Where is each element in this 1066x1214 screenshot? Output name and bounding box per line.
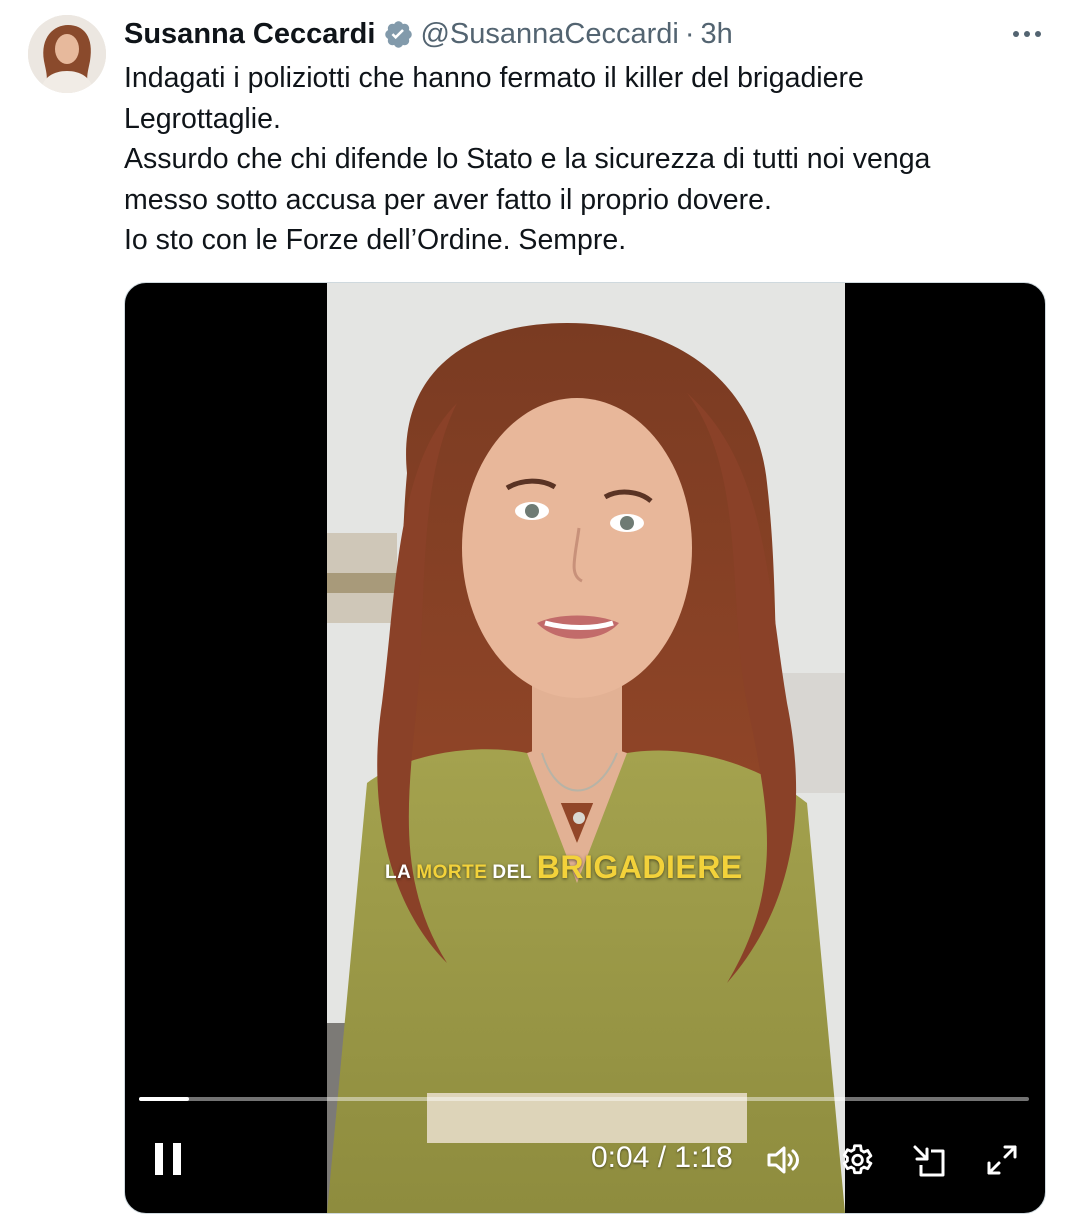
post-text-line: Indagati i poliziotti che hanno fermato …: [124, 62, 864, 94]
avatar[interactable]: [28, 15, 106, 93]
post-timestamp[interactable]: 3h: [700, 18, 732, 51]
volume-icon[interactable]: [765, 1141, 803, 1179]
video-scene: [327, 283, 845, 1213]
header-separator: ·: [684, 17, 695, 50]
caption-word: DEL: [492, 862, 532, 883]
post-text-line: Legrottaglie.: [124, 102, 281, 135]
caption-highlight: BRIGADIERE: [536, 849, 743, 885]
picture-in-picture-icon[interactable]: [911, 1141, 949, 1179]
post-text-line: Io sto con le Forze dell’Ordine. Sempre.: [124, 224, 627, 256]
author-name[interactable]: Susanna Ceccardi: [124, 18, 375, 51]
author-handle[interactable]: @SusannaCeccardi: [420, 18, 678, 51]
video-player[interactable]: LA MORTE DEL BRIGADIERE 0:04 / 1:18: [124, 282, 1046, 1214]
video-time-readout: 0:04 / 1:18: [591, 1141, 733, 1175]
video-progress-fill: [139, 1097, 189, 1101]
post-text: Indagati i poliziotti che hanno fermato …: [124, 58, 1044, 261]
time-separator: /: [657, 1141, 667, 1174]
fullscreen-icon[interactable]: [983, 1141, 1021, 1179]
post-text-line: Assurdo che chi difende lo Stato e la si…: [124, 143, 931, 175]
duration: 1:18: [674, 1141, 733, 1174]
video-progress-bar[interactable]: [139, 1097, 1029, 1101]
video-controls: 0:04 / 1:18: [125, 1131, 1045, 1187]
verified-badge-icon[interactable]: [383, 19, 414, 50]
avatar-image: [28, 15, 106, 93]
more-options-icon[interactable]: [1010, 20, 1044, 48]
pause-icon[interactable]: [153, 1141, 187, 1177]
post-header: Susanna Ceccardi @SusannaCeccardi · 3h: [124, 16, 733, 52]
caption-word: MORTE: [416, 862, 488, 883]
video-caption: LA MORTE DEL BRIGADIERE: [385, 849, 743, 886]
video-frame[interactable]: [327, 283, 845, 1213]
current-time: 0:04: [591, 1141, 650, 1174]
caption-word: LA: [385, 862, 412, 883]
post-text-line: messo sotto accusa per aver fatto il pro…: [124, 183, 772, 216]
gear-icon[interactable]: [837, 1141, 875, 1179]
